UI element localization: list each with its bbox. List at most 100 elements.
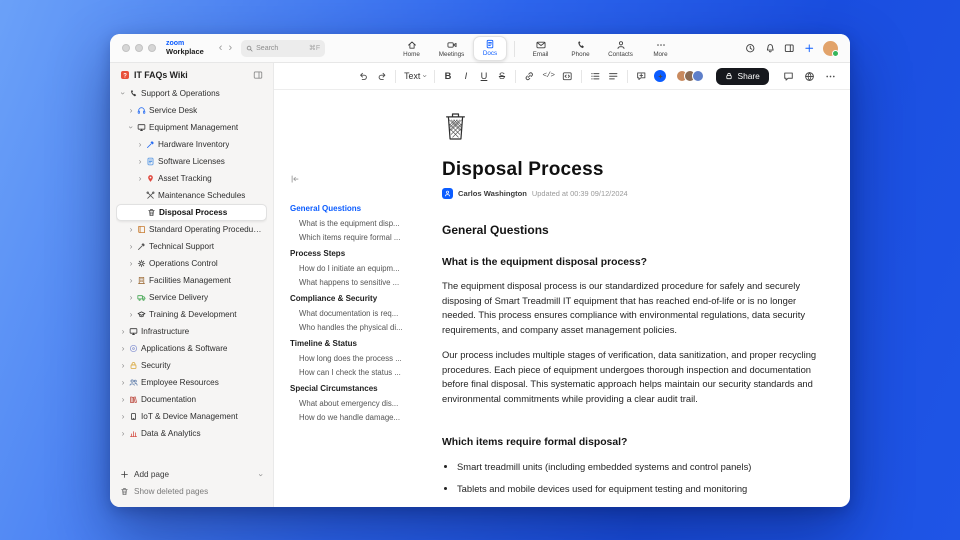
underline-button[interactable]: U [479,71,489,81]
collapse-sidebar-icon[interactable] [253,70,263,80]
side-panel-icon[interactable] [784,43,795,54]
text-style-dropdown[interactable]: Text › [404,71,429,81]
sidebar-item-security[interactable]: › Security [116,357,267,374]
chevron-icon[interactable]: › [137,140,143,149]
ai-companion-button[interactable] [654,70,667,82]
collapse-chevron-icon[interactable]: › [257,473,267,476]
notifications-bell-icon[interactable] [765,43,776,54]
redo-icon[interactable] [377,71,388,82]
chevron-icon[interactable]: › [128,310,134,319]
toc-section-title[interactable]: Process Steps [290,249,416,258]
chevron-icon[interactable]: › [120,327,126,336]
nav-home[interactable]: Home [393,38,430,60]
chevron-icon[interactable]: › [128,259,134,268]
sidebar-item-equipment-management[interactable]: › Equipment Management [116,119,267,136]
sidebar-item-infrastructure[interactable]: › Infrastructure [116,323,267,340]
sidebar-item-maintenance-schedules[interactable]: Maintenance Schedules [116,187,267,204]
add-page-button[interactable]: Add page › [116,466,267,483]
add-comment-icon[interactable] [636,71,647,82]
toc-item[interactable]: What is the equipment disp... [290,219,416,228]
sidebar-item-iot-device-management[interactable]: › IoT & Device Management [116,408,267,425]
link-icon[interactable] [524,71,535,82]
toc-section-title[interactable]: General Questions [290,204,416,213]
bullet-item: Servers and networking equipment from te… [457,506,820,507]
forward-button[interactable]: › [225,42,235,54]
chevron-icon[interactable]: › [128,276,134,285]
chevron-icon[interactable]: › [120,344,126,353]
more-options-icon[interactable] [825,71,836,82]
toc-item[interactable]: What documentation is req... [290,309,416,318]
chevron-icon[interactable]: › [126,125,136,131]
toc-item[interactable]: What about emergency dis... [290,399,416,408]
share-button[interactable]: Share [716,67,769,85]
sidebar-item-training-development[interactable]: › Training & Development [116,306,267,323]
sidebar-item-service-delivery[interactable]: › Service Delivery [116,289,267,306]
sidebar-item-standard-operating-procedures[interactable]: › Standard Operating Procedures [116,221,267,238]
sidebar-item-hardware-inventory[interactable]: › Hardware Inventory [116,136,267,153]
chevron-icon[interactable]: › [128,242,134,251]
chevron-icon[interactable]: › [137,174,143,183]
history-icon[interactable] [745,43,756,54]
nav-email[interactable]: Email [522,38,559,60]
user-avatar[interactable] [823,41,839,57]
chevron-icon[interactable]: › [137,157,143,166]
chevron-icon[interactable]: › [118,91,128,97]
global-search-input[interactable]: Search ⌘F [241,39,326,57]
sidebar-item-documentation[interactable]: › Documentation [116,391,267,408]
undo-icon[interactable] [358,71,369,82]
toc-section-title[interactable]: Special Circumstances [290,384,416,393]
chevron-icon[interactable]: › [120,395,126,404]
nav-contacts[interactable]: Contacts [602,38,639,60]
close-window-button[interactable] [122,44,130,52]
sidebar-item-service-desk[interactable]: › Service Desk [116,102,267,119]
sidebar-item-disposal-process-selected[interactable]: Disposal Process [116,204,267,221]
chevron-icon[interactable]: › [120,378,126,387]
nav-phone[interactable]: Phone [562,38,599,60]
show-deleted-pages-button[interactable]: Show deleted pages [116,483,267,500]
sidebar-item-asset-tracking[interactable]: › Asset Tracking [116,170,267,187]
chevron-icon[interactable]: › [128,293,134,302]
strikethrough-button[interactable]: S [497,71,507,81]
chevron-icon[interactable]: › [120,429,126,438]
chevron-icon[interactable]: › [128,106,134,115]
toc-section-title[interactable]: Timeline & Status [290,339,416,348]
toc-item[interactable]: How long does the process ... [290,354,416,363]
globe-icon[interactable] [804,71,815,82]
collaborator-avatars[interactable] [676,70,705,82]
chevron-icon[interactable]: › [120,412,126,421]
nav-meetings[interactable]: Meetings [433,38,470,60]
sidebar-item-technical-support[interactable]: › Technical Support [116,238,267,255]
toc-item[interactable]: Who handles the physical di... [290,323,416,332]
nav-more[interactable]: More [642,38,679,60]
toc-section-title[interactable]: Compliance & Security [290,294,416,303]
toc-item[interactable]: How can I check the status ... [290,368,416,377]
sidebar-item-applications-software[interactable]: › Applications & Software [116,340,267,357]
bold-button[interactable]: B [443,71,453,81]
comments-bubble-icon[interactable] [783,71,794,82]
chevron-icon[interactable]: › [128,225,134,234]
new-plus-icon[interactable] [804,43,815,54]
sidebar-item-data-analytics[interactable]: › Data & Analytics [116,425,267,442]
plus-icon [120,470,129,479]
toc-collapse-button[interactable] [290,174,416,184]
nav-docs-active[interactable]: Docs [473,36,507,61]
code-block-icon[interactable] [562,71,573,82]
toc-item[interactable]: Which items require formal ... [290,233,416,242]
toc-item[interactable]: How do I initiate an equipm... [290,264,416,273]
sidebar-item-facilities-management[interactable]: › Facilities Management [116,272,267,289]
sidebar-item-support-operations[interactable]: › Support & Operations [116,85,267,102]
trash-icon [120,487,129,496]
inline-code-button[interactable]: </> [542,72,555,80]
toc-item[interactable]: How do we handle damage... [290,413,416,422]
italic-button[interactable]: I [461,71,471,81]
toc-item[interactable]: What happens to sensitive ... [290,278,416,287]
chevron-icon[interactable]: › [120,361,126,370]
minimize-window-button[interactable] [135,44,143,52]
sidebar-item-operations-control[interactable]: › Operations Control [116,255,267,272]
sidebar-item-employee-resources[interactable]: › Employee Resources [116,374,267,391]
sidebar-item-software-licenses[interactable]: › Software Licenses [116,153,267,170]
bulleted-list-icon[interactable] [590,71,601,82]
alignment-icon[interactable] [608,71,619,82]
back-button[interactable]: ‹ [216,42,226,54]
zoom-window-button[interactable] [148,44,156,52]
